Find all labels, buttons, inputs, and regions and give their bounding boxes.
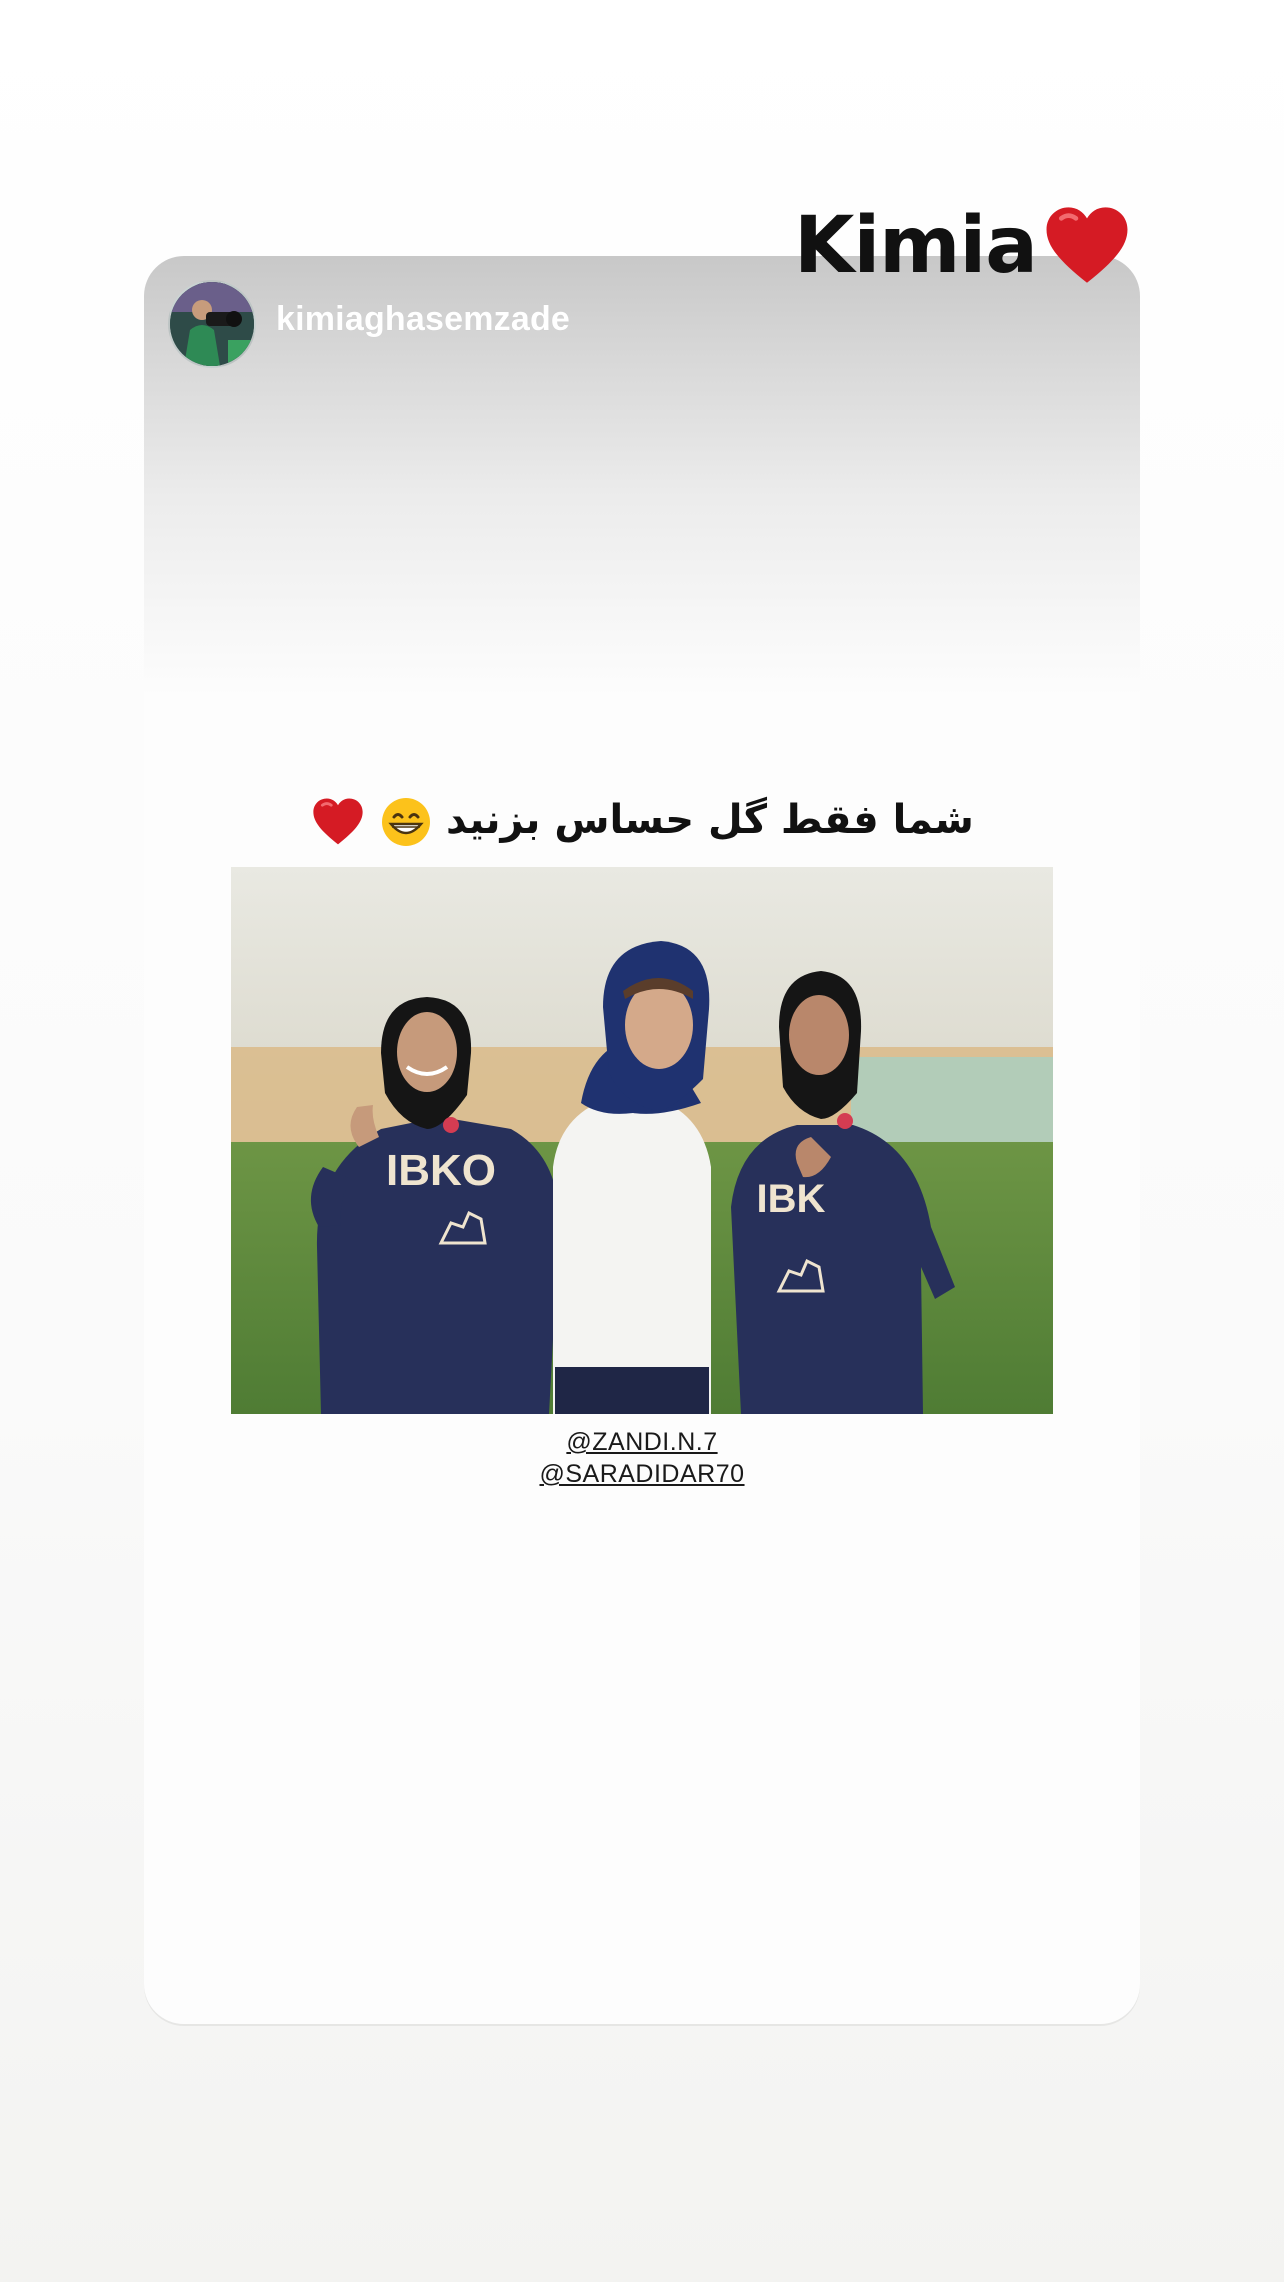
svg-text:IBKO: IBKO xyxy=(386,1146,496,1195)
grinning-face-icon xyxy=(380,796,432,848)
post-photo[interactable]: IBKO IBK xyxy=(231,867,1053,1414)
svg-text:IBK: IBK xyxy=(757,1177,826,1221)
sticker-text: Kimia xyxy=(794,201,1038,291)
mention-link[interactable]: @SARADIDAR70 xyxy=(144,1460,1140,1489)
red-heart-icon xyxy=(1046,207,1128,283)
profile-avatar[interactable] xyxy=(168,280,256,368)
red-heart-icon xyxy=(310,794,366,850)
mention-link[interactable]: @ZANDI.N.7 xyxy=(144,1428,1140,1457)
post-username[interactable]: kimiaghasemzade xyxy=(276,300,570,339)
caption-text: شما فقط گل حساس بزنید xyxy=(446,797,974,843)
post-caption: شما فقط گل حساس بزنید xyxy=(144,790,1140,850)
kimia-sticker[interactable]: Kimia xyxy=(794,196,1133,296)
